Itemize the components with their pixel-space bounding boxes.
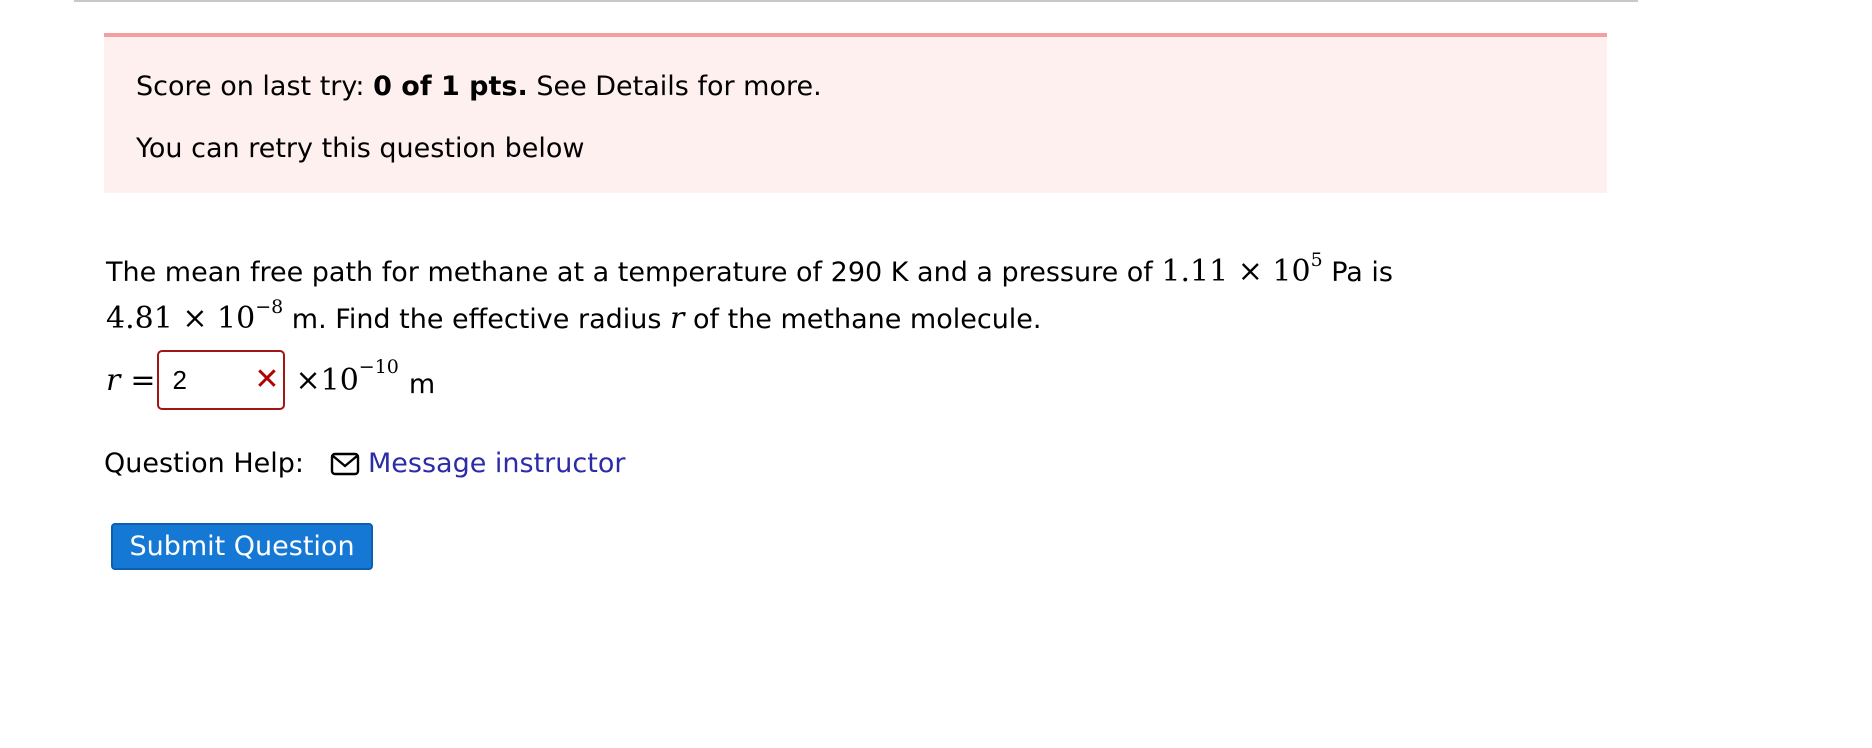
- answer-variable-label: r: [106, 362, 121, 398]
- x-mark-icon: ✕: [254, 362, 280, 397]
- score-suffix: See Details for more.: [527, 71, 822, 102]
- score-prefix: Score on last try:: [136, 71, 374, 102]
- multiplier-base: ×10: [295, 363, 359, 398]
- pressure-mantissa: 1.11 × 10: [1161, 254, 1311, 289]
- radius-symbol: r: [670, 301, 685, 336]
- question-help: Question Help: Message instructor: [104, 448, 625, 479]
- path-exponent: −8: [255, 296, 284, 318]
- question-line-1-end: Pa is: [1322, 257, 1394, 288]
- equals-sign: =: [130, 362, 156, 398]
- message-instructor-link[interactable]: Message instructor: [368, 448, 625, 479]
- question-line-2: 4.81 × 10−8 m. Find the effective radius…: [106, 292, 1393, 339]
- score-points: 0 of 1 pts.: [373, 71, 528, 102]
- pressure-exponent: 5: [1310, 249, 1323, 271]
- mail-icon[interactable]: [330, 452, 360, 476]
- question-line-1: The mean free path for methane at a temp…: [106, 245, 1393, 292]
- top-divider: [74, 0, 1638, 2]
- answer-unit: m: [408, 368, 436, 400]
- multiplier: ×10−10: [295, 356, 398, 398]
- mean-free-path-value: 4.81 × 10−8: [106, 296, 283, 336]
- path-mantissa: 4.81 × 10: [106, 301, 256, 336]
- question-text: The mean free path for methane at a temp…: [106, 245, 1393, 339]
- submit-question-button[interactable]: Submit Question: [111, 523, 373, 570]
- answer-value[interactable]: 2: [172, 365, 186, 396]
- question-line-2-end: of the methane molecule.: [684, 304, 1042, 335]
- question-line-1-text: The mean free path for methane at a temp…: [106, 257, 1162, 288]
- answer-input[interactable]: 2 ✕: [157, 350, 286, 410]
- question-help-label: Question Help:: [104, 448, 304, 479]
- answer-row: r = 2 ✕ ×10−10 m: [106, 350, 435, 410]
- question-line-2-text: m. Find the effective radius: [283, 304, 671, 335]
- pressure-value: 1.11 × 105: [1161, 249, 1322, 289]
- score-line: Score on last try: 0 of 1 pts. See Detai…: [136, 71, 822, 102]
- score-notice: Score on last try: 0 of 1 pts. See Detai…: [104, 33, 1607, 193]
- retry-message: You can retry this question below: [136, 133, 585, 164]
- multiplier-exponent: −10: [358, 356, 399, 378]
